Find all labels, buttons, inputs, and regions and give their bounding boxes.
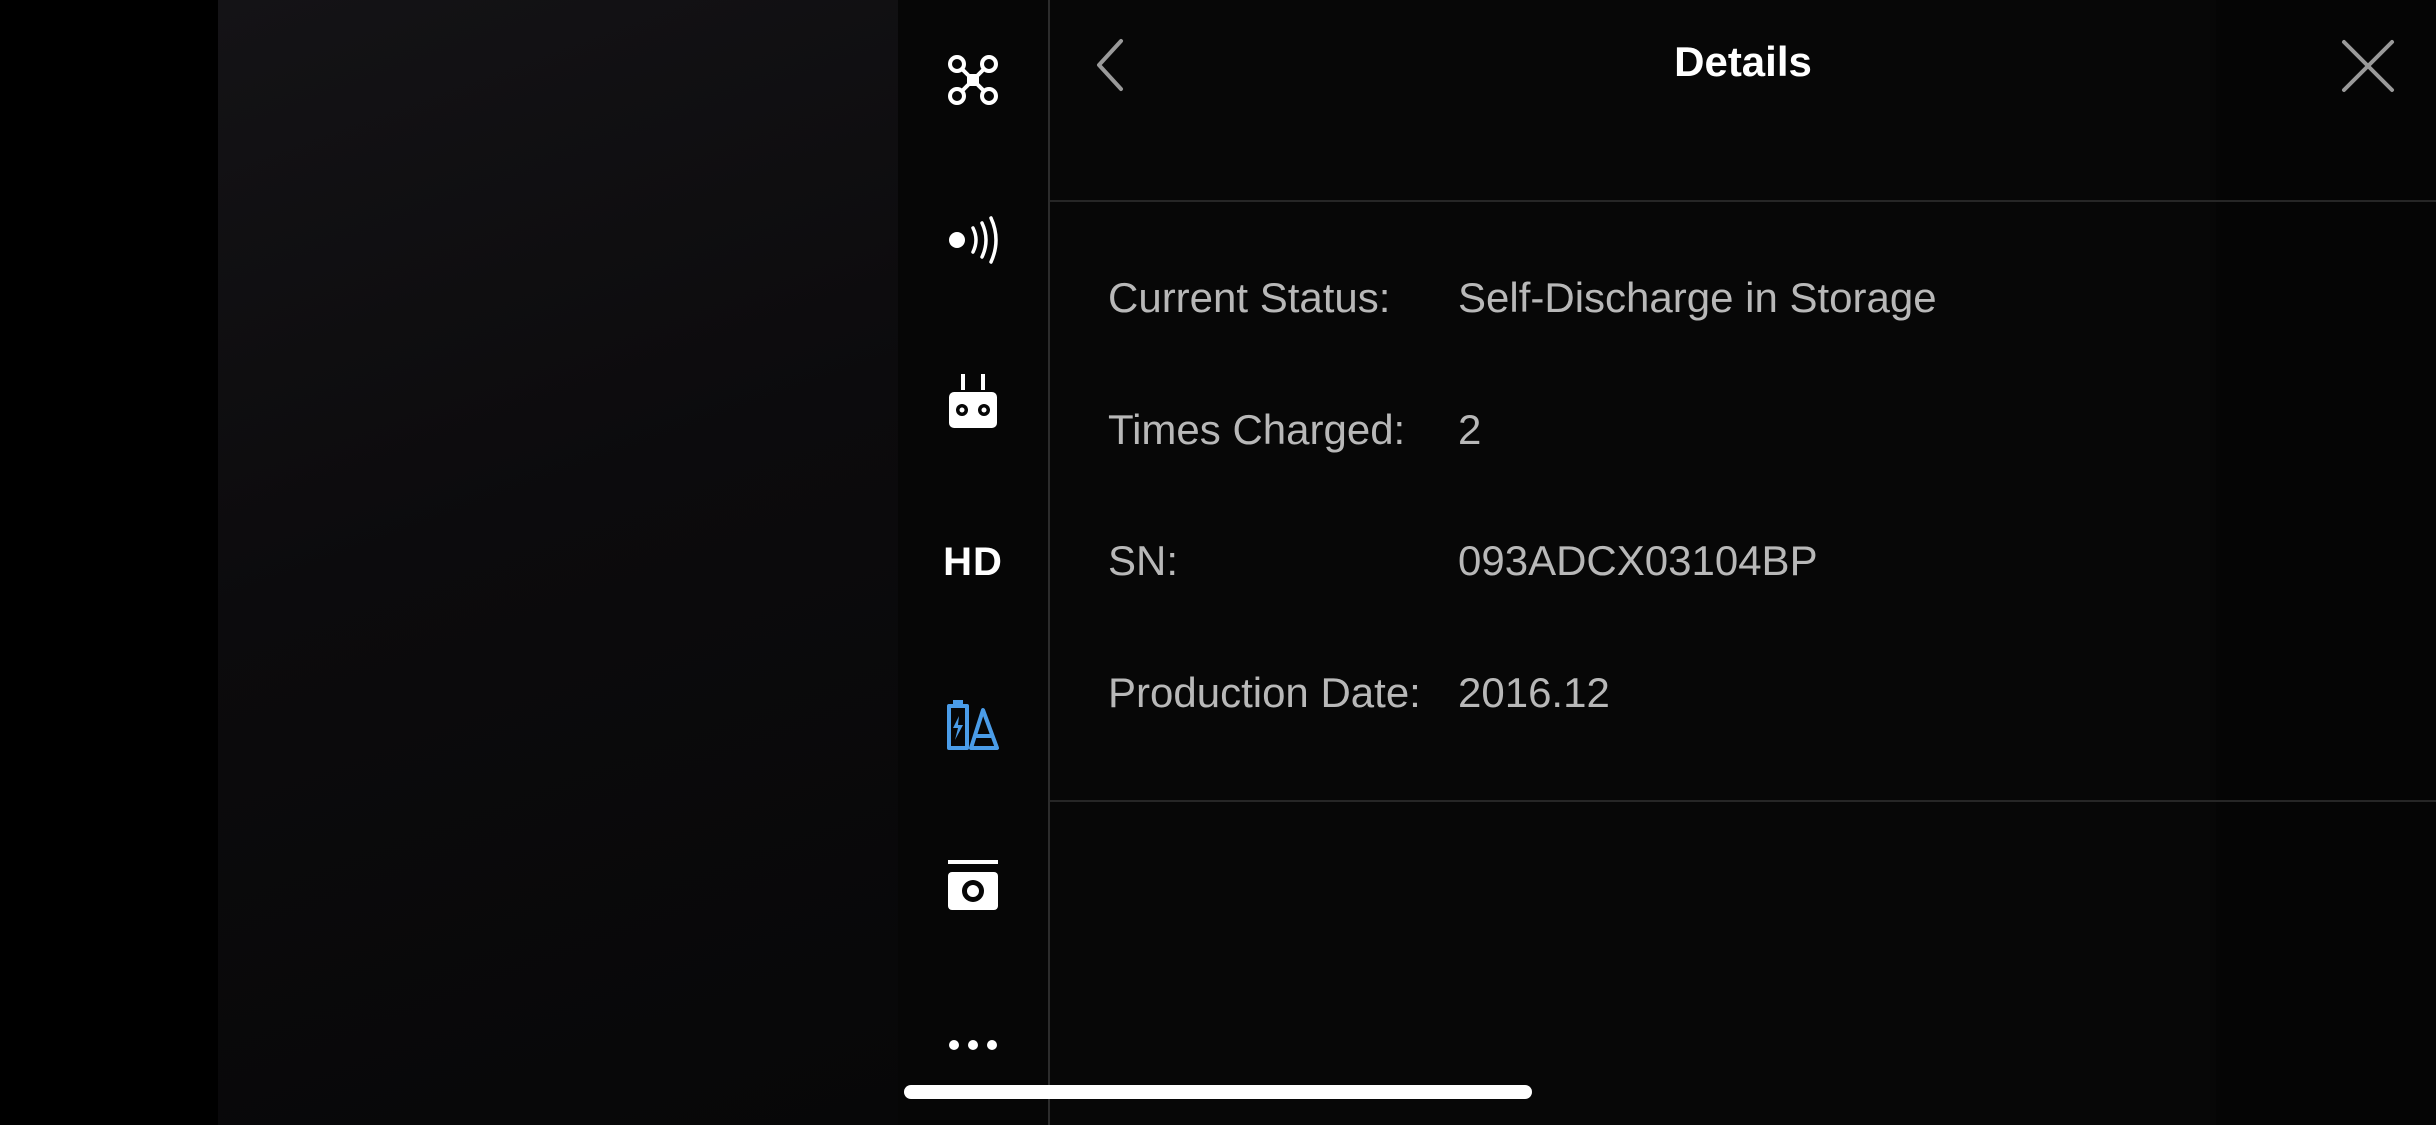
details-panel: Details Current Status: Self-Discharge i…	[1050, 0, 2436, 1125]
app-screen: HD Details Current Status: Self-Discharg…	[0, 0, 2436, 1125]
signal-icon	[949, 216, 998, 264]
camera-settings-button[interactable]	[898, 840, 1048, 930]
detail-label: Current Status:	[1108, 274, 1391, 321]
divider	[1050, 800, 2436, 802]
settings-sidebar: HD	[898, 0, 1050, 1125]
hd-settings-button[interactable]: HD	[898, 517, 1048, 607]
battery-icon	[947, 700, 999, 750]
more-icon	[949, 1040, 997, 1050]
hd-icon: HD	[943, 539, 1003, 584]
detail-row-current-status: Current Status: Self-Discharge in Storag…	[1108, 268, 2208, 328]
more-settings-button[interactable]	[898, 1000, 1048, 1090]
camera-icon	[948, 860, 998, 910]
detail-row-production-date: Production Date: 2016.12	[1108, 663, 2208, 723]
detail-value: 2016.12	[1458, 669, 1610, 716]
remote-controller-settings-button[interactable]	[898, 357, 1048, 447]
remote-controller-icon	[949, 374, 997, 428]
detail-label: Production Date:	[1108, 669, 1421, 716]
aircraft-icon	[948, 55, 998, 105]
detail-value: 093ADCX03104BP	[1458, 537, 1818, 584]
close-icon	[2342, 40, 2394, 92]
detail-value: 2	[1458, 406, 1482, 453]
detail-row-times-charged: Times Charged: 2	[1108, 400, 2208, 460]
close-button[interactable]	[2332, 30, 2404, 102]
page-title: Details	[1674, 38, 1812, 85]
detail-value: Self-Discharge in Storage	[1458, 274, 1937, 321]
detail-label: Times Charged:	[1108, 406, 1406, 453]
battery-settings-button[interactable]	[898, 680, 1048, 770]
panel-header: Details	[1050, 0, 2436, 202]
detail-row-sn: SN: 093ADCX03104BP	[1108, 531, 2208, 591]
aircraft-settings-button[interactable]	[898, 35, 1048, 125]
detail-label: SN:	[1108, 537, 1179, 584]
home-indicator[interactable]	[904, 1085, 1532, 1099]
camera-view	[218, 0, 898, 1125]
signal-settings-button[interactable]	[898, 195, 1048, 285]
